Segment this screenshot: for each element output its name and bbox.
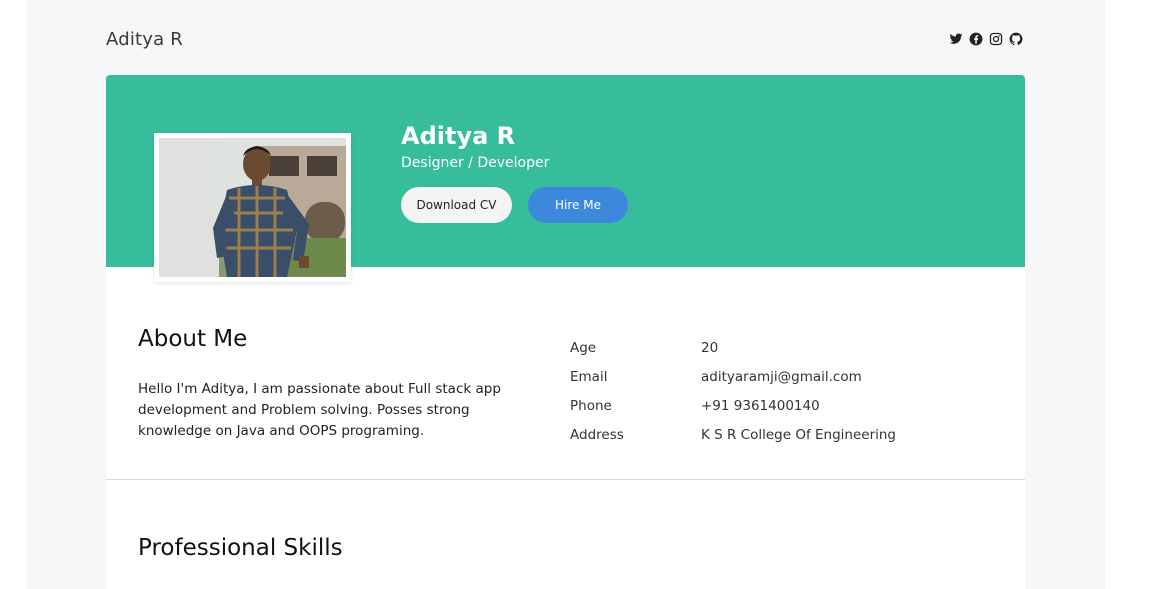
download-cv-button[interactable]: Download CV — [401, 187, 512, 223]
hire-me-button[interactable]: Hire Me — [528, 187, 628, 223]
info-value: +91 9361400140 — [701, 397, 820, 414]
info-key: Phone — [570, 397, 612, 414]
info-row-address: Address K S R College Of Engineering — [570, 420, 896, 449]
hero-role: Designer / Developer — [401, 155, 550, 171]
hero-name: Aditya R — [401, 122, 516, 150]
profile-photo-image — [159, 138, 346, 277]
instagram-icon[interactable] — [989, 32, 1003, 46]
hero-banner: Aditya R Designer / Developer Download C… — [106, 75, 1025, 282]
profile-photo — [154, 133, 351, 282]
info-row-email: Email adityaramji@gmail.com — [570, 362, 896, 391]
info-row-age: Age 20 — [570, 333, 896, 362]
section-divider — [106, 479, 1025, 480]
facebook-icon[interactable] — [969, 32, 983, 46]
info-key: Email — [570, 368, 608, 385]
github-icon[interactable] — [1009, 32, 1023, 46]
twitter-icon[interactable] — [949, 32, 963, 46]
about-title: About Me — [138, 326, 248, 352]
personal-info: Age 20 Email adityaramji@gmail.com Phone… — [570, 333, 896, 449]
info-value: K S R College Of Engineering — [701, 426, 897, 443]
info-value: adityaramji@gmail.com — [701, 368, 862, 385]
brand-name[interactable]: Aditya R — [106, 29, 183, 50]
skills-title: Professional Skills — [138, 535, 343, 561]
profile-card: Aditya R Designer / Developer Download C… — [106, 75, 1025, 589]
info-key: Address — [570, 426, 624, 443]
about-text: Hello I'm Aditya, I am passionate about … — [138, 381, 501, 439]
info-key: Age — [570, 339, 597, 356]
social-links — [949, 32, 1023, 46]
info-row-phone: Phone +91 9361400140 — [570, 391, 896, 420]
info-value: 20 — [701, 339, 719, 356]
